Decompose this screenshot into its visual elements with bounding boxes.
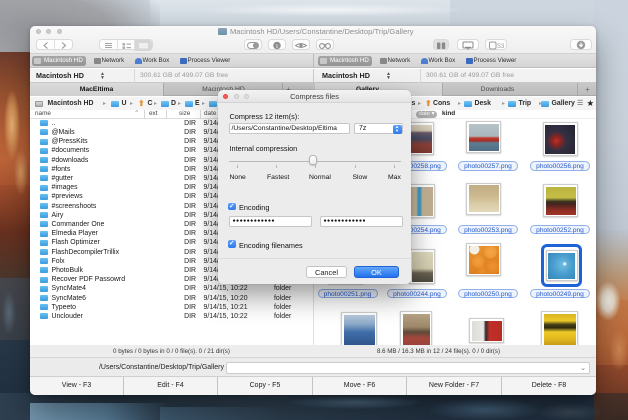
svg-text:S3: S3 <box>497 44 505 50</box>
svg-text:i: i <box>276 43 278 50</box>
